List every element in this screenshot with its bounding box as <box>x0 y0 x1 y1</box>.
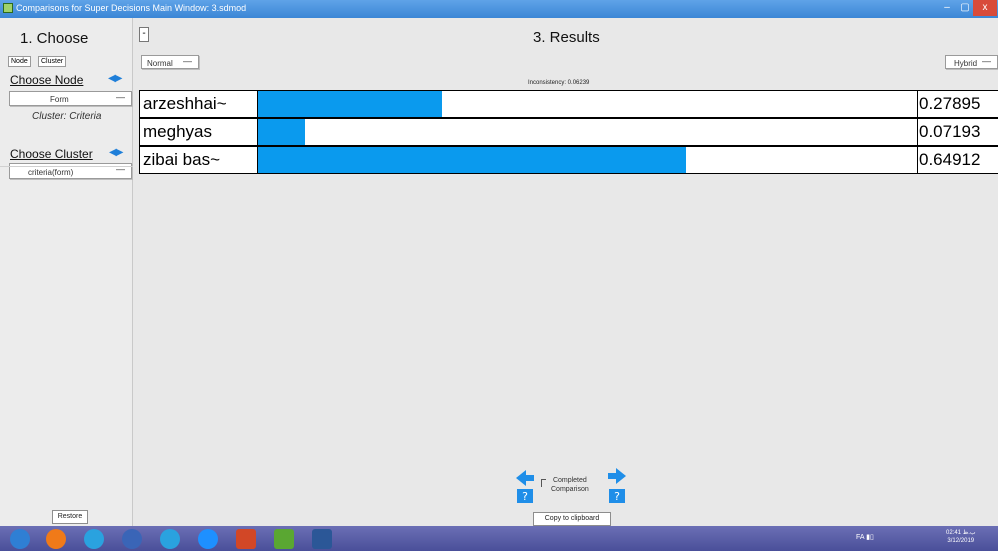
node-dropdown-value: Form <box>50 95 69 104</box>
copy-to-clipboard-button[interactable]: Copy to clipboard <box>533 512 611 526</box>
node-prev-next-icon[interactable]: ◀▶ <box>108 73 122 84</box>
clock-date: 3/12/2019 <box>947 538 975 544</box>
language-indicator[interactable]: FA <box>856 534 864 541</box>
next-comparison-icon[interactable] <box>608 468 626 489</box>
superdecisions-icon[interactable] <box>274 529 294 549</box>
completed-checkbox[interactable] <box>541 479 546 487</box>
clock[interactable]: 02:41 ب.ظ 3/12/2019 <box>946 529 976 545</box>
taskbar: FA ▮▯ 02:41 ب.ظ 3/12/2019 <box>0 526 998 551</box>
result-row: zibai bas~ 0.64912 <box>139 146 998 174</box>
result-bar <box>258 119 306 145</box>
window-title: Comparisons for Super Decisions Main Win… <box>16 3 247 13</box>
divider <box>0 166 133 167</box>
prev-help-icon[interactable]: ? <box>516 488 534 509</box>
result-bar-track <box>258 147 918 173</box>
result-bar-track <box>258 91 918 117</box>
app-icon <box>3 3 13 13</box>
restore-button[interactable]: Restore <box>52 510 88 524</box>
word-icon[interactable] <box>312 529 332 549</box>
result-bar <box>258 91 442 117</box>
hybrid-mode-dropdown[interactable]: Hybrid — <box>945 55 998 69</box>
system-tray[interactable]: FA ▮▯ <box>856 533 874 541</box>
result-name: meghyas <box>140 119 258 145</box>
cluster-dropdown-value: criteria(form) <box>28 168 74 177</box>
result-value: 0.07193 <box>919 122 981 141</box>
telegram-icon-2[interactable] <box>160 529 180 549</box>
dropdown-caret-icon: — <box>982 56 991 66</box>
choose-panel: 1. Choose Node Cluster Choose Node ◀▶ Fo… <box>0 18 133 526</box>
network-icon[interactable]: ▮▯ <box>866 534 874 541</box>
choose-cluster-label: Choose Cluster <box>10 147 93 161</box>
hybrid-mode-value: Hybrid <box>954 59 978 68</box>
maximize-button[interactable]: ▢ <box>957 0 973 16</box>
tab-node[interactable]: Node <box>8 56 31 67</box>
result-bar <box>258 147 686 173</box>
cluster-caption: Cluster: Criteria <box>32 111 102 122</box>
svg-text:?: ? <box>522 490 528 503</box>
svg-text:?: ? <box>614 490 620 503</box>
clock-time: 02:41 ب.ظ <box>946 530 976 536</box>
close-button[interactable]: x <box>973 0 997 16</box>
normal-mode-value: Normal <box>147 59 173 68</box>
powerpoint-icon[interactable] <box>236 529 256 549</box>
result-name: zibai bas~ <box>140 147 258 173</box>
internet-explorer-icon[interactable] <box>198 529 218 549</box>
next-help-icon[interactable]: ? <box>608 488 626 509</box>
minimize-button[interactable]: – <box>937 0 957 16</box>
collapse-button[interactable]: - <box>139 27 149 42</box>
completed-label-line2: Comparison <box>551 486 589 493</box>
results-title: 3. Results <box>533 29 600 46</box>
choose-node-label: Choose Node <box>10 73 84 87</box>
dropdown-caret-icon: — <box>116 92 125 102</box>
completed-label: Completed Comparison <box>551 476 589 494</box>
result-value: 0.64912 <box>919 150 981 169</box>
firefox-icon[interactable] <box>46 529 66 549</box>
tab-cluster[interactable]: Cluster <box>38 56 67 67</box>
dropdown-caret-icon: — <box>183 56 192 66</box>
node-dropdown[interactable]: Form — <box>9 91 132 106</box>
result-row: meghyas 0.07193 <box>139 118 998 146</box>
telegram-icon[interactable] <box>84 529 104 549</box>
choose-heading: 1. Choose <box>20 30 89 47</box>
start-icon[interactable] <box>10 529 30 549</box>
completed-label-line1: Completed <box>552 477 587 484</box>
app-icon-blue[interactable] <box>122 529 142 549</box>
result-value: 0.27895 <box>919 94 981 113</box>
cluster-prev-next-icon[interactable]: ◀▶ <box>109 147 123 158</box>
normal-mode-dropdown[interactable]: Normal — <box>141 55 199 69</box>
result-bar-track <box>258 119 918 145</box>
window-titlebar[interactable]: Comparisons for Super Decisions Main Win… <box>0 0 998 18</box>
inconsistency-text: Inconsistency: 0.06239 <box>528 80 590 86</box>
result-row: arzeshhai~ 0.27895 <box>139 90 998 118</box>
result-name: arzeshhai~ <box>140 91 258 117</box>
